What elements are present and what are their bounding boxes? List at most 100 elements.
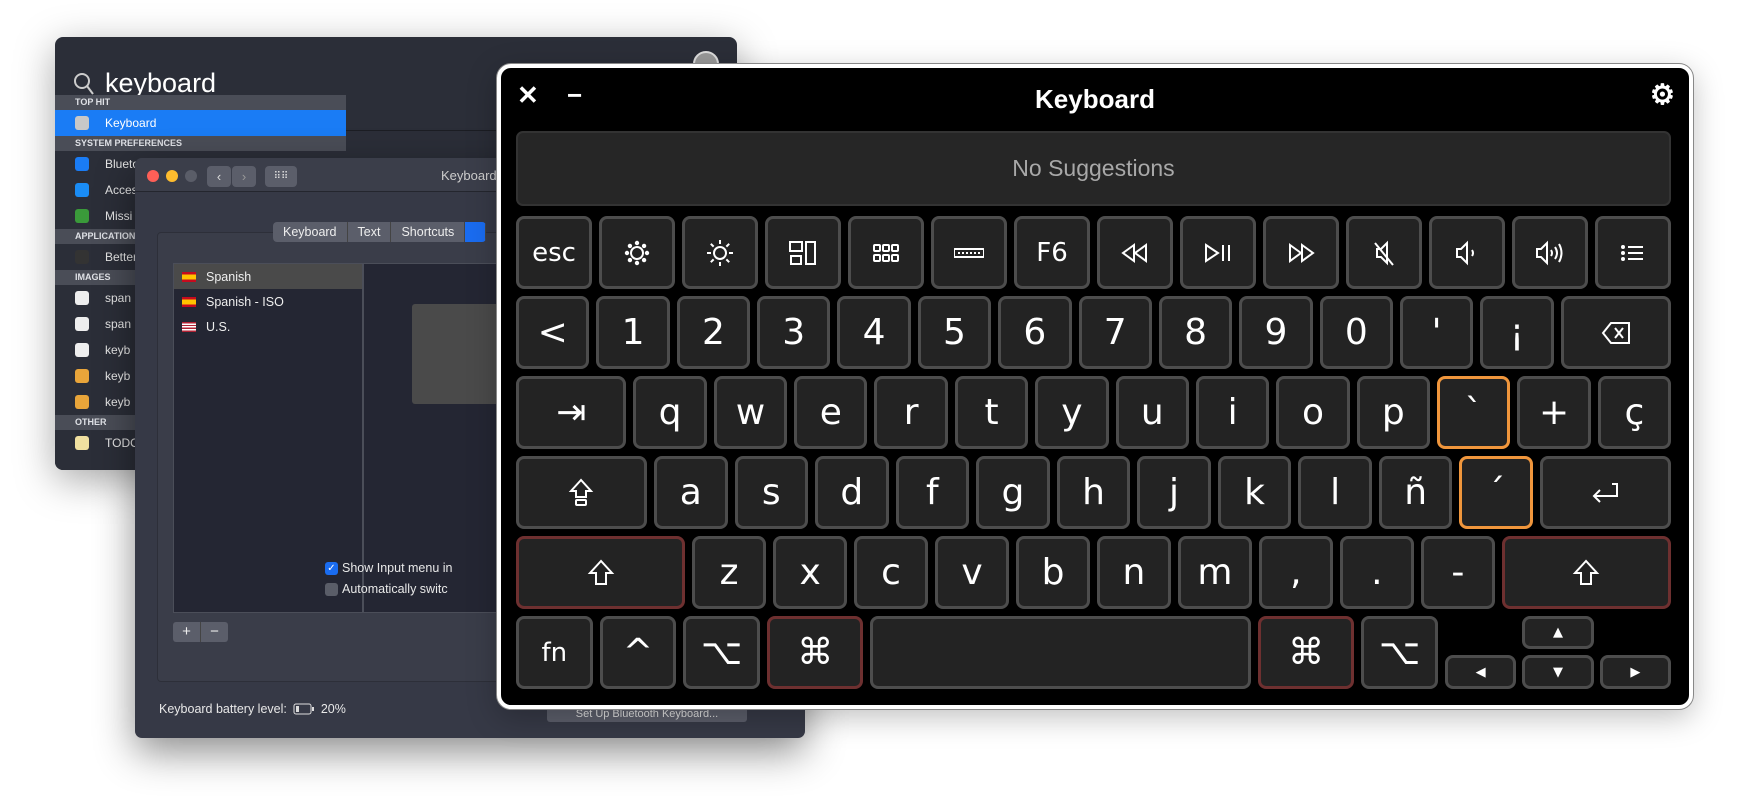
key-4[interactable]: 4 (837, 296, 911, 369)
tab-shortcuts[interactable]: Shortcuts (391, 222, 466, 242)
suggestions-bar: No Suggestions (516, 131, 1671, 206)
minimize-button[interactable] (166, 170, 178, 182)
show-all-grid-icon[interactable]: ⠿⠿ (265, 166, 297, 187)
key-1[interactable]: 1 (596, 296, 670, 369)
rewind-key[interactable] (1097, 216, 1173, 289)
key-a[interactable]: a (653, 456, 728, 529)
zoom-button[interactable] (185, 170, 197, 182)
key-m[interactable]: m (1177, 536, 1252, 609)
list-key[interactable] (1595, 216, 1671, 289)
key-y[interactable]: y (1035, 376, 1109, 449)
input-source-item[interactable]: U.S. (174, 314, 362, 339)
key-i[interactable]: i (1195, 376, 1270, 449)
key-⌥[interactable]: ⌥ (683, 616, 760, 689)
key-g[interactable]: g (976, 456, 1050, 529)
key-esc[interactable]: esc (516, 216, 592, 289)
key-¡[interactable]: ¡ (1480, 296, 1554, 369)
tab-text[interactable]: Text (348, 222, 392, 242)
key-6[interactable]: 6 (998, 296, 1072, 369)
key-9[interactable]: 9 (1239, 296, 1313, 369)
key-<[interactable]: < (516, 296, 590, 369)
key-r[interactable]: r (874, 376, 948, 449)
key-o[interactable]: o (1276, 376, 1350, 449)
brightness-down-key[interactable] (599, 216, 675, 289)
key-s[interactable]: s (734, 456, 809, 529)
key-⌘[interactable]: ⌘ (1257, 616, 1355, 689)
key-`[interactable]: ` (1437, 376, 1511, 449)
caps-lock-key[interactable] (516, 456, 647, 529)
key-p[interactable]: p (1356, 376, 1430, 449)
auto-switch-checkbox[interactable]: Automatically switc (325, 582, 448, 596)
shift-key[interactable] (516, 536, 686, 609)
key-e[interactable]: e (794, 376, 868, 449)
forward-button[interactable]: › (232, 166, 256, 187)
key-+[interactable]: + (1517, 376, 1591, 449)
key-l[interactable]: l (1298, 456, 1372, 529)
result-item[interactable]: Keyboard (55, 110, 346, 136)
mute-key[interactable] (1346, 216, 1422, 289)
key-8[interactable]: 8 (1158, 296, 1233, 369)
key-⌘[interactable]: ⌘ (766, 616, 864, 689)
key-2[interactable]: 2 (676, 296, 751, 369)
key-0[interactable]: 0 (1319, 296, 1393, 369)
key-h[interactable]: h (1056, 456, 1131, 529)
key-w[interactable]: w (713, 376, 788, 449)
arrow-left-key[interactable]: ◀ (1444, 655, 1517, 689)
key-3[interactable]: 3 (757, 296, 831, 369)
key-x[interactable]: x (773, 536, 848, 609)
space-key[interactable] (870, 616, 1251, 689)
add-source-button[interactable]: + (173, 622, 200, 642)
keyboard-backlight-key[interactable] (931, 216, 1007, 289)
arrow-right-key[interactable]: ▶ (1599, 655, 1672, 689)
key-⇥[interactable]: ⇥ (516, 376, 627, 449)
arrow-up-key[interactable]: ▲ (1521, 616, 1595, 649)
key-.[interactable]: . (1339, 536, 1414, 609)
key-n[interactable]: n (1096, 536, 1171, 609)
launchpad-key[interactable] (848, 216, 924, 289)
key-⌥[interactable]: ⌥ (1361, 616, 1438, 689)
key-,[interactable]: , (1258, 536, 1333, 609)
mission-control-key[interactable] (765, 216, 841, 289)
volume-down-key[interactable] (1429, 216, 1505, 289)
key-k[interactable]: k (1217, 456, 1292, 529)
key-u[interactable]: u (1115, 376, 1189, 449)
key-7[interactable]: 7 (1078, 296, 1152, 369)
close-button[interactable] (147, 170, 159, 182)
back-button[interactable]: ‹ (207, 166, 231, 187)
key-t[interactable]: t (954, 376, 1029, 449)
key-q[interactable]: q (633, 376, 707, 449)
input-source-item[interactable]: Spanish (174, 264, 362, 289)
volume-up-key[interactable] (1512, 216, 1588, 289)
key-´[interactable]: ´ (1459, 456, 1533, 529)
gear-icon[interactable]: ⚙ (1650, 78, 1675, 111)
key--[interactable]: - (1420, 536, 1495, 609)
play-pause-key[interactable] (1180, 216, 1256, 289)
key-'[interactable]: ' (1399, 296, 1474, 369)
show-input-menu-checkbox[interactable]: ✓ Show Input menu in (325, 561, 453, 575)
key-d[interactable]: d (815, 456, 889, 529)
tab-keyboard[interactable]: Keyboard (273, 222, 348, 242)
key-v[interactable]: v (935, 536, 1010, 609)
key-b[interactable]: b (1016, 536, 1090, 609)
brightness-up-key[interactable] (682, 216, 758, 289)
key-fn[interactable]: fn (516, 616, 593, 689)
key-5[interactable]: 5 (917, 296, 992, 369)
key-^[interactable]: ^ (599, 616, 677, 689)
remove-source-button[interactable]: − (200, 622, 228, 642)
key-z[interactable]: z (692, 536, 767, 609)
shift-key[interactable] (1501, 536, 1671, 609)
key-j[interactable]: j (1137, 456, 1211, 529)
arrow-down-key[interactable]: ▼ (1522, 655, 1594, 689)
key-c[interactable]: c (854, 536, 929, 609)
flag-icon (182, 271, 196, 282)
delete-key[interactable] (1560, 296, 1672, 369)
search-icon (74, 72, 94, 95)
tab-input-sources[interactable] (465, 222, 487, 242)
key-f[interactable]: f (895, 456, 970, 529)
input-source-item[interactable]: Spanish - ISO (174, 289, 362, 314)
fast-forward-key[interactable] (1263, 216, 1339, 289)
return-key[interactable] (1539, 456, 1671, 529)
key-ç[interactable]: ç (1597, 376, 1672, 449)
key-F6[interactable]: F6 (1014, 216, 1090, 289)
key-ñ[interactable]: ñ (1378, 456, 1453, 529)
